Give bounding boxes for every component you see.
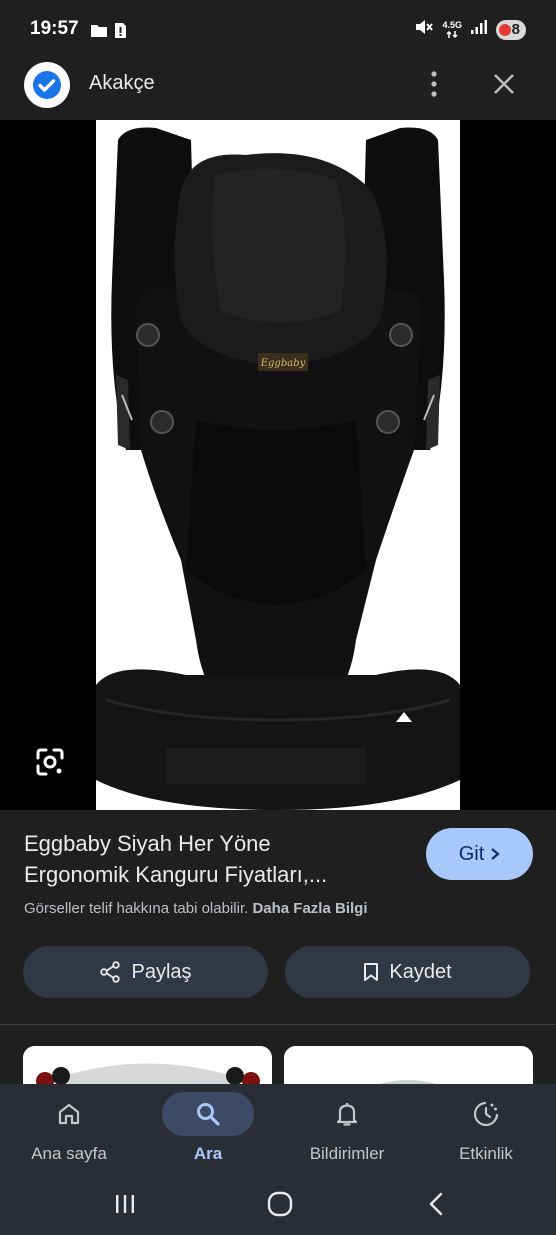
copyright-text: Görseller telif hakkına tabi olabilir.	[24, 900, 249, 917]
related-results	[0, 1026, 556, 1084]
activity-icon	[440, 1092, 532, 1136]
chevron-right-icon	[491, 848, 500, 860]
product-title[interactable]: Eggbaby Siyah Her Yöne Ergonomik Kanguru…	[24, 828, 404, 890]
product-title-line1: Eggbaby Siyah Her Yöne	[24, 831, 271, 856]
visit-button[interactable]: Git	[426, 828, 533, 880]
share-icon	[100, 961, 121, 983]
related-result-card[interactable]	[284, 1046, 533, 1084]
bookmark-icon	[364, 963, 379, 981]
back-icon[interactable]	[416, 1188, 456, 1220]
battery-alert-dot	[499, 23, 511, 36]
mute-icon	[414, 18, 434, 41]
bell-icon	[301, 1092, 393, 1136]
network-type-label: 4.5G	[442, 19, 462, 30]
bottom-navigation: Ana sayfa Ara Bildirimler Etkinlik	[0, 1084, 556, 1178]
system-navigation-bar	[0, 1178, 556, 1235]
related-result-card[interactable]	[23, 1046, 272, 1084]
more-info-link[interactable]: Daha Fazla Bilgi	[252, 900, 367, 917]
data-arrows-icon: 4.5G	[442, 19, 462, 39]
verified-check-icon	[24, 62, 70, 108]
site-name: Akakçe	[89, 72, 155, 94]
visit-label: Git	[458, 842, 485, 865]
battery-icon: 8	[496, 19, 526, 40]
signal-icon	[470, 19, 488, 40]
copyright-notice: Görseller telif hakkına tabi olabilir. D…	[24, 900, 367, 917]
search-icon	[162, 1092, 254, 1136]
result-info-panel: Eggbaby Siyah Her Yöne Ergonomik Kanguru…	[0, 810, 556, 1025]
battery-level: 8	[511, 21, 520, 38]
more-vert-icon[interactable]	[420, 66, 448, 102]
home-pill-icon[interactable]	[260, 1188, 300, 1220]
save-label: Kaydet	[389, 960, 452, 983]
nav-search[interactable]: Ara	[143, 1092, 273, 1164]
status-time: 19:57	[30, 18, 79, 39]
image-viewer: Eggbaby	[0, 120, 556, 810]
nav-activity[interactable]: Etkinlik	[421, 1092, 551, 1164]
share-button[interactable]: Paylaş	[23, 946, 268, 998]
share-label: Paylaş	[131, 960, 192, 983]
status-notification-icons	[90, 22, 127, 44]
google-lens-icon[interactable]	[30, 742, 70, 782]
status-bar: 19:57 4.5G 8	[0, 0, 556, 62]
product-title-line2: Ergonomik Kanguru Fiyatları,...	[24, 862, 328, 887]
nav-home-label: Ana sayfa	[31, 1144, 107, 1163]
close-icon[interactable]	[488, 66, 520, 102]
nav-notifications[interactable]: Bildirimler	[282, 1092, 412, 1164]
recents-icon[interactable]	[105, 1188, 145, 1220]
product-image[interactable]: Eggbaby	[96, 120, 460, 810]
nav-search-label: Ara	[193, 1144, 223, 1163]
home-icon	[23, 1092, 115, 1136]
nav-notifications-label: Bildirimler	[309, 1144, 385, 1163]
status-system-icons: 4.5G 8	[414, 18, 526, 41]
save-button[interactable]: Kaydet	[285, 946, 530, 998]
nav-home[interactable]: Ana sayfa	[4, 1092, 134, 1164]
brand-tag: Eggbaby	[260, 358, 306, 369]
app-bar: Akakçe	[0, 62, 556, 120]
nav-activity-label: Etkinlik	[459, 1144, 513, 1163]
folder-icon	[90, 23, 108, 43]
sim-alert-icon	[114, 22, 127, 44]
